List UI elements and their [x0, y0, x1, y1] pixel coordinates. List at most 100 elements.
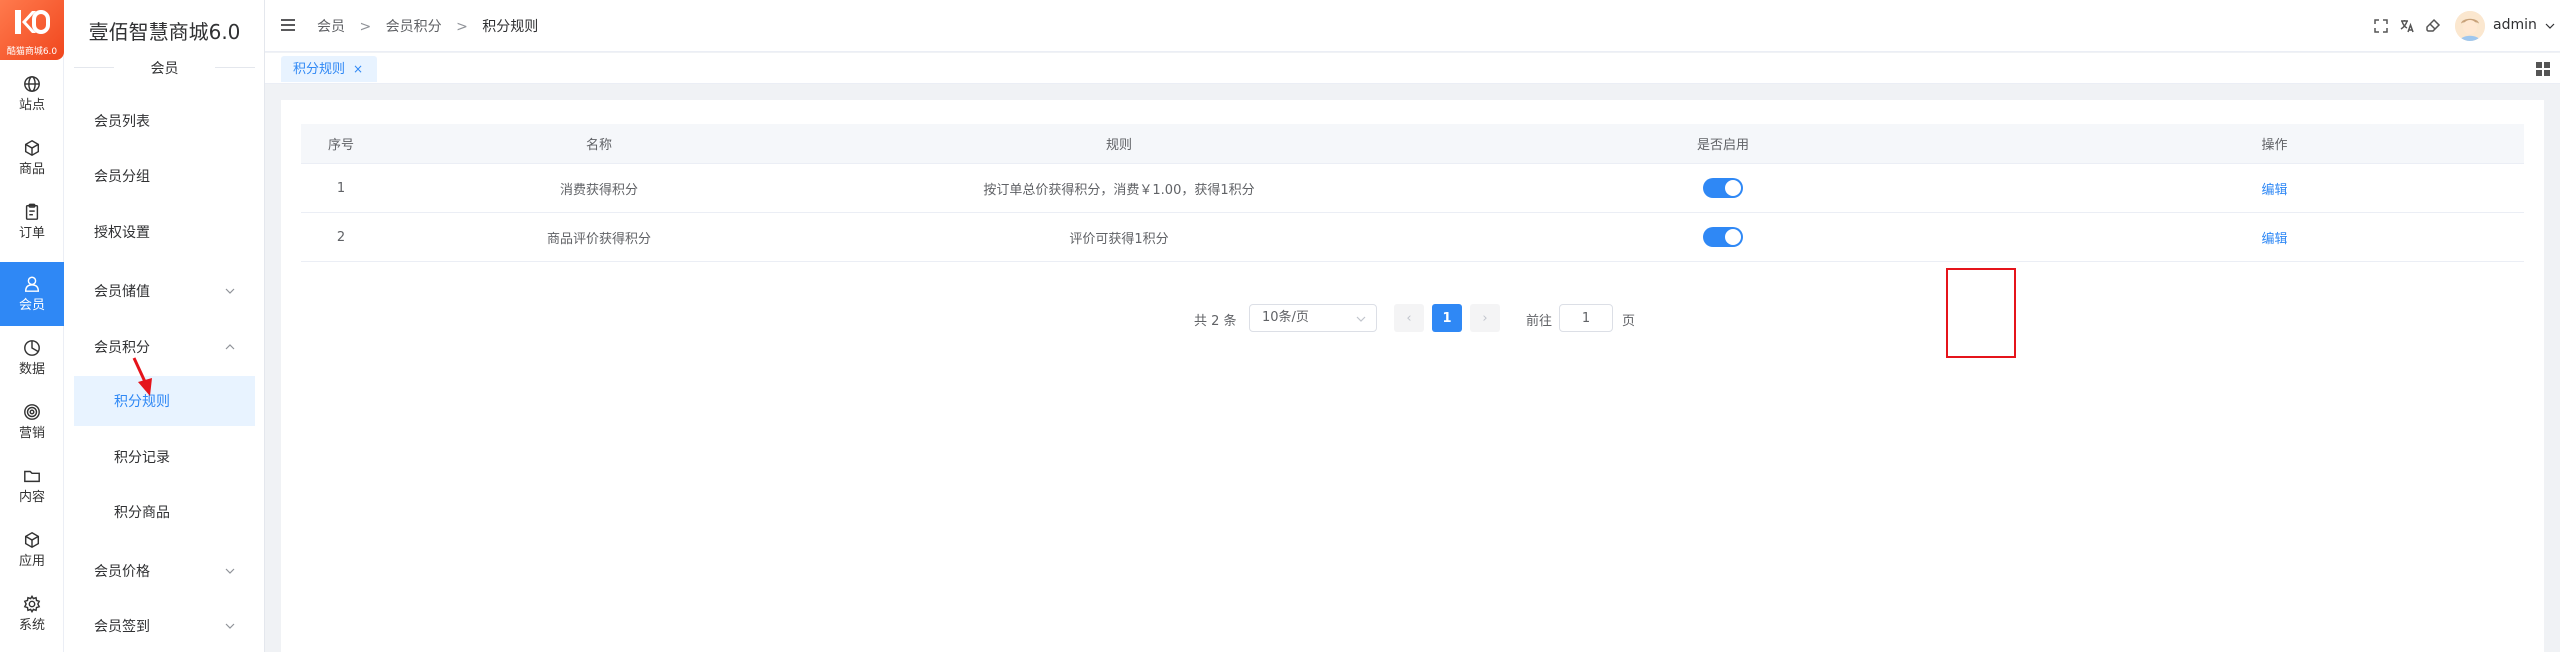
next-page-button[interactable]: › [1470, 304, 1500, 332]
cell-enabled [1421, 164, 2025, 212]
rail-item-label: 应用 [18, 554, 45, 569]
menu-item-points-goods[interactable]: 积分商品 [74, 487, 255, 537]
menu-item-member-stored-value[interactable]: 会员储值 [74, 266, 255, 316]
rail-item-data[interactable]: 数据 [0, 328, 64, 388]
rail-item-label: 系统 [18, 618, 45, 633]
page-size-value: 10条/页 [1262, 310, 1309, 325]
menu-item-label: 会员储值 [94, 284, 150, 300]
avatar[interactable] [2455, 11, 2485, 41]
cell-rule: 按订单总价获得积分，消费￥1.00，获得1积分 [983, 182, 1255, 198]
table-row: 1 消费获得积分 按订单总价获得积分，消费￥1.00，获得1积分 编辑 [301, 164, 2524, 213]
menu-item-label: 授权设置 [94, 225, 150, 241]
fullscreen-icon[interactable] [2373, 18, 2389, 34]
username[interactable]: admin [2493, 17, 2537, 33]
goto-page-input[interactable] [1559, 304, 1613, 332]
prev-page-button[interactable]: ‹ [1394, 304, 1424, 332]
breadcrumb-separator: > [456, 19, 468, 35]
column-header: 名称 [585, 138, 612, 153]
column-header: 是否启用 [1696, 138, 1749, 153]
rail-item-marketing[interactable]: 营销 [0, 392, 64, 452]
breadcrumb-current: 积分规则 [482, 19, 539, 35]
content-card: 序号 名称 规则 是否启用 操作 1 消费获得积分 按订单总价获得积分，消费￥1… [281, 100, 2544, 652]
sub-sidebar: 壹佰智慧商城6.0 会员 会员列表 会员分组 授权设置 会员储值 会员积分 积分… [64, 0, 265, 652]
rail-item-site[interactable]: 站点 [0, 64, 64, 124]
pie-chart-icon [24, 340, 40, 356]
logo-mark-icon [15, 10, 50, 34]
menu-item-member-group[interactable]: 会员分组 [74, 151, 255, 201]
menu-item-member-list[interactable]: 会员列表 [74, 96, 255, 146]
section-title: 会员 [150, 61, 179, 77]
menu-item-label: 会员列表 [94, 114, 150, 130]
column-header: 操作 [2261, 138, 2288, 153]
top-header: 会员 > 会员积分 > 积分规则 admin [265, 0, 2560, 52]
breadcrumb-item[interactable]: 会员 [317, 19, 345, 35]
menu-item-points-records[interactable]: 积分记录 [74, 432, 255, 482]
edit-link[interactable]: 编辑 [2261, 179, 2287, 198]
chevron-down-icon[interactable] [2545, 21, 2555, 31]
rail-item-goods[interactable]: 商品 [0, 128, 64, 188]
rail-item-label: 商品 [18, 162, 45, 177]
rail-item-label: 数据 [18, 362, 45, 377]
menu-item-member-signin[interactable]: 会员签到 [74, 601, 255, 651]
enabled-toggle[interactable] [1703, 227, 1743, 247]
chevron-down-icon [225, 288, 235, 294]
menu-item-label: 积分商品 [114, 505, 170, 521]
menu-toggle-icon[interactable] [281, 19, 295, 31]
tab-points-rules[interactable]: 积分规则 × [281, 56, 378, 82]
folder-icon [24, 470, 40, 483]
tab-label: 积分规则 [293, 62, 346, 77]
rail-item-label: 会员 [18, 298, 45, 313]
page-size-select[interactable]: 10条/页 [1249, 304, 1377, 332]
menu-item-label: 积分记录 [114, 450, 170, 466]
edit-link[interactable]: 编辑 [2261, 228, 2287, 247]
cell-index: 1 [336, 180, 346, 196]
menu-item-member-points[interactable]: 会员积分 [74, 322, 255, 372]
rail-item-system[interactable]: 系统 [0, 584, 64, 644]
menu-item-label: 会员分组 [94, 169, 150, 185]
rail-item-orders[interactable]: 订单 [0, 192, 64, 252]
column-header: 序号 [327, 138, 354, 153]
rail-item-member[interactable]: 会员 [0, 262, 64, 326]
cell-enabled [1421, 213, 2025, 261]
rail-item-apps[interactable]: 应用 [0, 520, 64, 580]
clear-cache-icon[interactable] [2425, 18, 2441, 34]
page-suffix: 页 [1622, 314, 1636, 329]
breadcrumb-separator: > [359, 19, 372, 35]
menu-item-label: 会员积分 [94, 340, 150, 356]
annotation-arrow-icon [132, 357, 152, 396]
chevron-up-icon [225, 344, 235, 350]
points-rules-table: 序号 名称 规则 是否启用 操作 1 消费获得积分 按订单总价获得积分，消费￥1… [301, 124, 2524, 262]
user-icon [24, 276, 40, 292]
translate-icon[interactable] [2399, 18, 2415, 34]
target-icon [24, 404, 40, 420]
chevron-down-icon [225, 568, 235, 574]
logo-subtitle: 酷猫商城6.0 [6, 47, 58, 57]
table-row: 2 商品评价获得积分 评价可获得1积分 编辑 [301, 213, 2524, 262]
close-icon[interactable]: × [353, 62, 363, 76]
breadcrumb-item[interactable]: 会员积分 [386, 19, 442, 35]
app-logo[interactable]: 酷猫商城6.0 [0, 0, 64, 60]
menu-item-label: 会员签到 [94, 619, 150, 635]
gear-icon [23, 595, 41, 613]
pagination-total: 共 2 条 [1194, 314, 1237, 329]
rail-item-label: 站点 [18, 98, 45, 113]
cell-index: 2 [336, 229, 346, 245]
rail-item-content[interactable]: 内容 [0, 456, 64, 516]
menu-item-auth-settings[interactable]: 授权设置 [74, 207, 255, 257]
table-header: 序号 名称 规则 是否启用 操作 [301, 124, 2524, 164]
rail-item-label: 营销 [18, 426, 45, 441]
box-icon [24, 139, 40, 157]
pagination: 共 2 条 10条/页 ‹ 1 › 前往 页 [281, 302, 2544, 334]
menu-item-points-rules[interactable]: 积分规则 [74, 376, 255, 426]
clipboard-icon [25, 203, 39, 220]
menu-item-member-price[interactable]: 会员价格 [74, 546, 255, 596]
grid-menu-icon[interactable] [2536, 62, 2550, 76]
cube-icon [24, 531, 40, 549]
chevron-down-icon [225, 623, 235, 629]
cell-action: 编辑 [2025, 164, 2524, 212]
goto-label: 前往 [1526, 314, 1553, 329]
page-number-current[interactable]: 1 [1432, 304, 1462, 332]
cell-rule: 评价可获得1积分 [1069, 231, 1169, 247]
brand-title: 壹佰智慧商城6.0 [88, 20, 241, 44]
enabled-toggle[interactable] [1703, 178, 1743, 198]
